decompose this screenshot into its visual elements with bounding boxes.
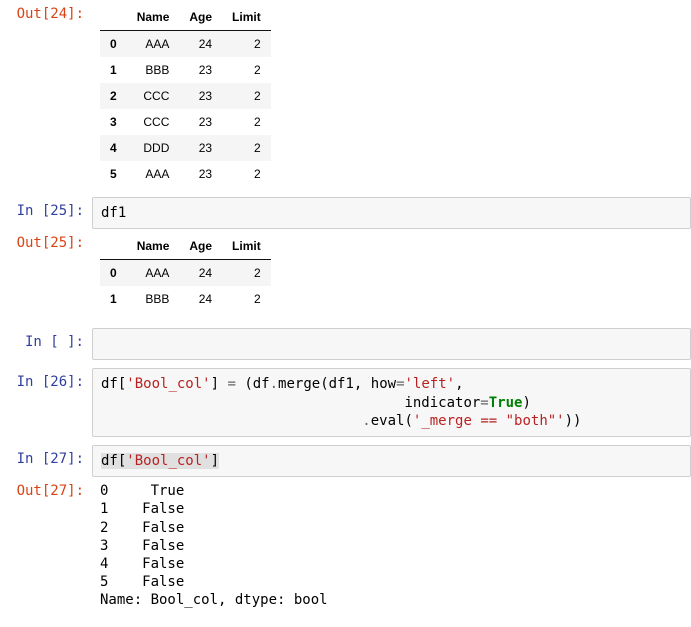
prompt-in-blank: In [ ]:	[0, 328, 92, 356]
table-row: 1BBB232	[100, 57, 271, 83]
prompt-in-27: In [27]:	[0, 445, 92, 473]
table-row: 0AAA242	[100, 31, 271, 58]
table-row: 1BBB242	[100, 286, 271, 312]
prompt-in-26: In [26]:	[0, 368, 92, 396]
col-name: Name	[127, 233, 180, 260]
code-input-25[interactable]: df1	[92, 197, 691, 229]
output-24: Name Age Limit 0AAA242 1BBB232 2CCC232 3…	[92, 0, 691, 197]
col-age: Age	[179, 4, 222, 31]
cell-in-25: In [25]: df1	[0, 197, 691, 229]
code-input-blank[interactable]: ​	[92, 328, 691, 360]
col-limit: Limit	[222, 4, 271, 31]
col-index	[100, 4, 127, 31]
cell-out-25: Out[25]: Name Age Limit 0AAA242 1BBB242	[0, 229, 691, 322]
cell-out-24: Out[24]: Name Age Limit 0AAA242 1BBB232 …	[0, 0, 691, 197]
output-27: 0 True 1 False 2 False 3 False 4 False 5…	[92, 477, 691, 614]
prompt-in-25: In [25]:	[0, 197, 92, 225]
cell-in-blank: In [ ]: ​	[0, 328, 691, 360]
col-age: Age	[179, 233, 222, 260]
table-row: 5AAA232	[100, 161, 271, 187]
cell-in-27: In [27]: df['Bool_col']	[0, 445, 691, 477]
col-index	[100, 233, 127, 260]
col-name: Name	[127, 4, 180, 31]
table-row: 3CCC232	[100, 109, 271, 135]
prompt-out-24: Out[24]:	[0, 0, 92, 28]
code-input-26[interactable]: df['Bool_col'] = (df.merge(df1, how='lef…	[92, 368, 691, 437]
cell-in-26: In [26]: df['Bool_col'] = (df.merge(df1,…	[0, 368, 691, 437]
output-25: Name Age Limit 0AAA242 1BBB242	[92, 229, 691, 322]
table-row: 0AAA242	[100, 260, 271, 287]
prompt-out-27: Out[27]:	[0, 477, 92, 505]
table-row: 4DDD232	[100, 135, 271, 161]
dataframe-24: Name Age Limit 0AAA242 1BBB232 2CCC232 3…	[100, 4, 271, 187]
table-row: 2CCC232	[100, 83, 271, 109]
cell-out-27: Out[27]: 0 True 1 False 2 False 3 False …	[0, 477, 691, 614]
prompt-out-25: Out[25]:	[0, 229, 92, 257]
col-limit: Limit	[222, 233, 271, 260]
code-input-27[interactable]: df['Bool_col']	[92, 445, 691, 477]
dataframe-25: Name Age Limit 0AAA242 1BBB242	[100, 233, 271, 312]
